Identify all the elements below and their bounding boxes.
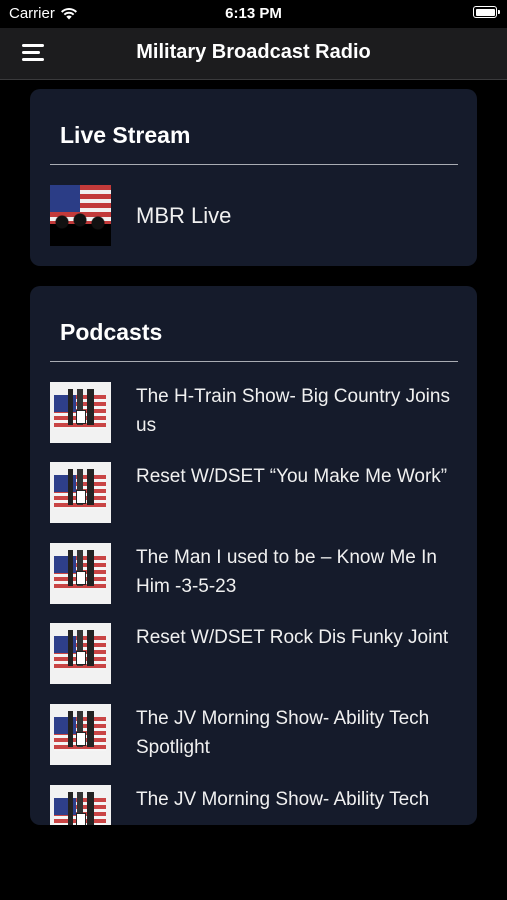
podcast-title: Reset W/DSET Rock Dis Funky Joint: [136, 627, 449, 648]
battery-icon: [473, 6, 500, 18]
podcast-artwork: [50, 543, 111, 604]
status-time: 6:13 PM: [225, 5, 282, 22]
podcast-title: Reset W/DSET “You Make Me Work”: [136, 466, 448, 487]
podcast-artwork: [50, 382, 111, 443]
podcasts-heading: Podcasts: [60, 319, 163, 345]
page-title: Military Broadcast Radio: [136, 41, 371, 63]
podcast-list-item[interactable]: Reset W/DSET “You Make Me Work”: [50, 462, 458, 523]
mbr-live-artwork: [50, 185, 111, 246]
divider: [50, 164, 458, 165]
podcast-title: The Man I used to be – Know Me In Him -3…: [136, 547, 438, 597]
podcast-title: The JV Morning Show- Ability Tech Spotli…: [136, 708, 430, 758]
live-stream-item[interactable]: MBR Live: [50, 185, 458, 246]
podcast-list-item[interactable]: The JV Morning Show- Ability Tech: [50, 785, 458, 825]
podcast-list-item[interactable]: The JV Morning Show- Ability Tech Spotli…: [50, 704, 458, 765]
divider: [50, 361, 458, 362]
podcast-list-item[interactable]: The H-Train Show- Big Country Joins us: [50, 382, 458, 443]
podcast-list-item[interactable]: The Man I used to be – Know Me In Him -3…: [50, 543, 458, 604]
live-stream-label: MBR Live: [136, 203, 232, 228]
podcast-title: The JV Morning Show- Ability Tech: [136, 789, 430, 810]
podcast-list-item[interactable]: Reset W/DSET Rock Dis Funky Joint: [50, 623, 458, 684]
podcast-title: The H-Train Show- Big Country Joins us: [136, 386, 450, 436]
live-stream-heading: Live Stream: [60, 122, 191, 148]
navigation-bar: Military Broadcast Radio: [0, 28, 507, 80]
podcast-artwork: [50, 462, 111, 523]
podcasts-card: Podcasts The H-Train Show- Big Country J…: [30, 286, 477, 825]
status-bar: Carrier 6:13 PM: [0, 0, 507, 28]
podcast-artwork: [50, 785, 111, 825]
podcast-artwork: [50, 623, 111, 684]
live-stream-card: Live Stream MBR Live: [30, 89, 477, 266]
podcast-artwork: [50, 704, 111, 765]
